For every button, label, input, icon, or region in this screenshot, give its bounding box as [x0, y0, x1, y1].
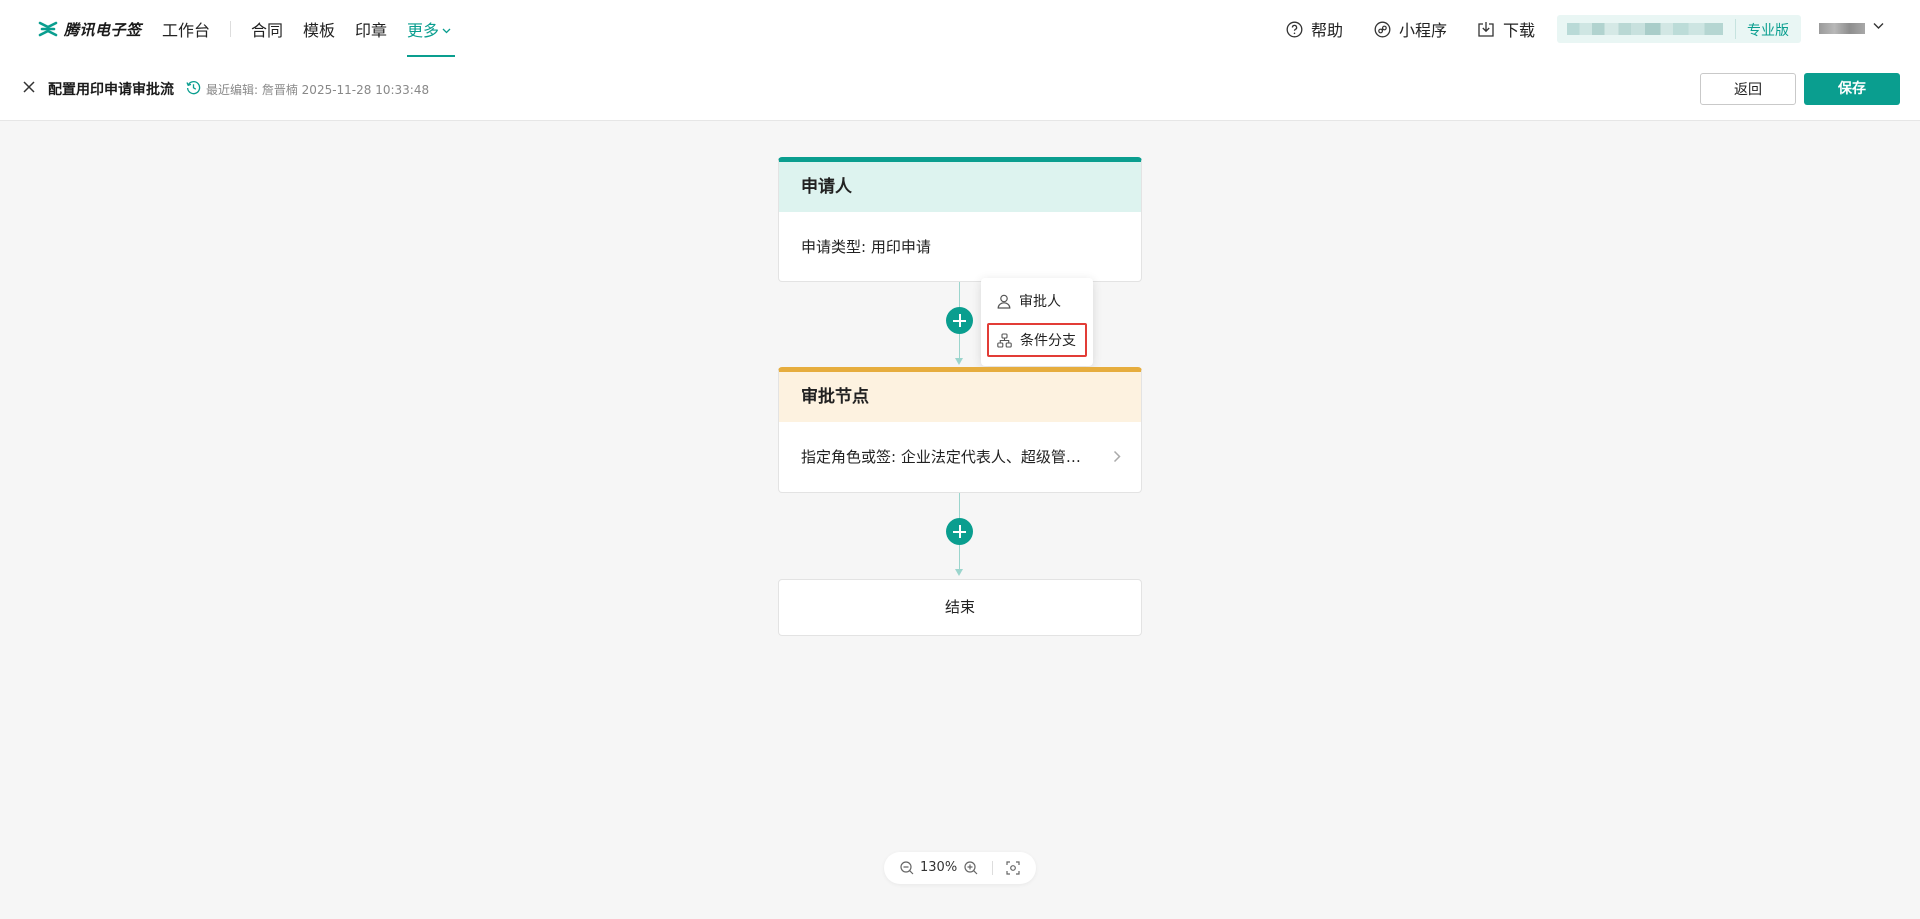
nav-item-seal[interactable]: 印章 [355, 17, 387, 41]
chevron-down-icon [442, 28, 451, 34]
connector-line [959, 334, 960, 358]
nav-item-more-label: 更多 [407, 21, 440, 40]
add-node-button[interactable] [946, 518, 973, 545]
fit-view-icon[interactable] [1006, 861, 1020, 875]
applicant-node-card[interactable]: 申请人 申请类型: 用印申请 [778, 157, 1142, 282]
last-edit-info: 最近编辑: 詹晋楠 2025-11-28 10:33:48 [206, 83, 430, 97]
organization-name-redacted [1567, 23, 1723, 35]
download-icon [1478, 21, 1494, 37]
org-divider [1735, 19, 1736, 39]
organization-switcher[interactable]: 专业版 [1557, 15, 1801, 43]
chevron-down-icon[interactable] [1873, 22, 1884, 30]
menu-item-condition-branch[interactable]: 条件分支 [987, 323, 1087, 357]
editor-header: 配置用印申请审批流 最近编辑: 詹晋楠 2025-11-28 10:33:48 … [0, 58, 1920, 121]
connector-arrow [955, 569, 963, 576]
menu-item-approver[interactable]: 审批人 [987, 284, 1087, 318]
menu-item-condition-branch-label: 条件分支 [1020, 333, 1076, 349]
download-label: 下载 [1503, 21, 1536, 40]
brand-logo[interactable]: 腾讯电子签 [38, 16, 142, 42]
nav-item-contract[interactable]: 合同 [251, 17, 283, 41]
page-title: 配置用印申请审批流 [48, 82, 174, 98]
top-navigation-bar: 腾讯电子签 工作台 合同 模板 印章 更多 帮助 小程序 下载 专业版 [0, 0, 1920, 58]
zoom-divider [992, 861, 993, 875]
zoom-out-icon[interactable] [900, 861, 914, 875]
back-button[interactable]: 返回 [1700, 73, 1796, 105]
help-icon [1286, 21, 1303, 37]
active-nav-indicator [407, 55, 455, 57]
mini-program-label: 小程序 [1399, 21, 1448, 40]
plan-badge: 专业版 [1747, 23, 1789, 39]
nav-item-template[interactable]: 模板 [303, 17, 335, 41]
zoom-in-icon[interactable] [964, 861, 978, 875]
mini-program-button[interactable]: 小程序 [1374, 17, 1447, 41]
add-node-button[interactable] [946, 307, 973, 334]
approval-node-desc-text: 指定角色或签: 企业法定代表人、超级管… [801, 448, 1081, 466]
connector-line [959, 545, 960, 569]
logo-text: 腾讯电子签 [64, 20, 142, 39]
approval-node-title: 审批节点 [779, 372, 1141, 422]
chevron-right-icon [1113, 450, 1121, 463]
applicant-node-desc: 申请类型: 用印申请 [801, 238, 931, 256]
nav-item-more[interactable]: 更多 [407, 17, 451, 41]
end-node-card: 结束 [778, 579, 1142, 636]
tencent-esign-logo-icon [38, 21, 58, 37]
user-icon [997, 294, 1011, 309]
zoom-level: 130% [920, 860, 958, 875]
close-icon[interactable] [22, 80, 36, 94]
zoom-control: 130% [884, 852, 1036, 884]
menu-item-approver-label: 审批人 [1019, 294, 1061, 310]
branch-icon [997, 332, 1012, 348]
history-icon [186, 81, 201, 95]
applicant-node-title: 申请人 [779, 162, 1141, 212]
nav-divider [230, 21, 231, 37]
add-node-menu: 审批人 条件分支 [981, 278, 1093, 366]
user-name-redacted[interactable] [1819, 23, 1865, 34]
nav-item-workbench[interactable]: 工作台 [162, 17, 210, 41]
approval-node-card[interactable]: 审批节点 指定角色或签: 企业法定代表人、超级管… [778, 367, 1142, 493]
download-button[interactable]: 下载 [1477, 17, 1535, 41]
approval-node-desc: 指定角色或签: 企业法定代表人、超级管… [779, 422, 1141, 492]
mini-program-icon [1374, 21, 1391, 37]
help-button[interactable]: 帮助 [1286, 17, 1343, 41]
help-label: 帮助 [1311, 21, 1344, 40]
save-button[interactable]: 保存 [1804, 73, 1900, 105]
connector-arrow [955, 358, 963, 365]
